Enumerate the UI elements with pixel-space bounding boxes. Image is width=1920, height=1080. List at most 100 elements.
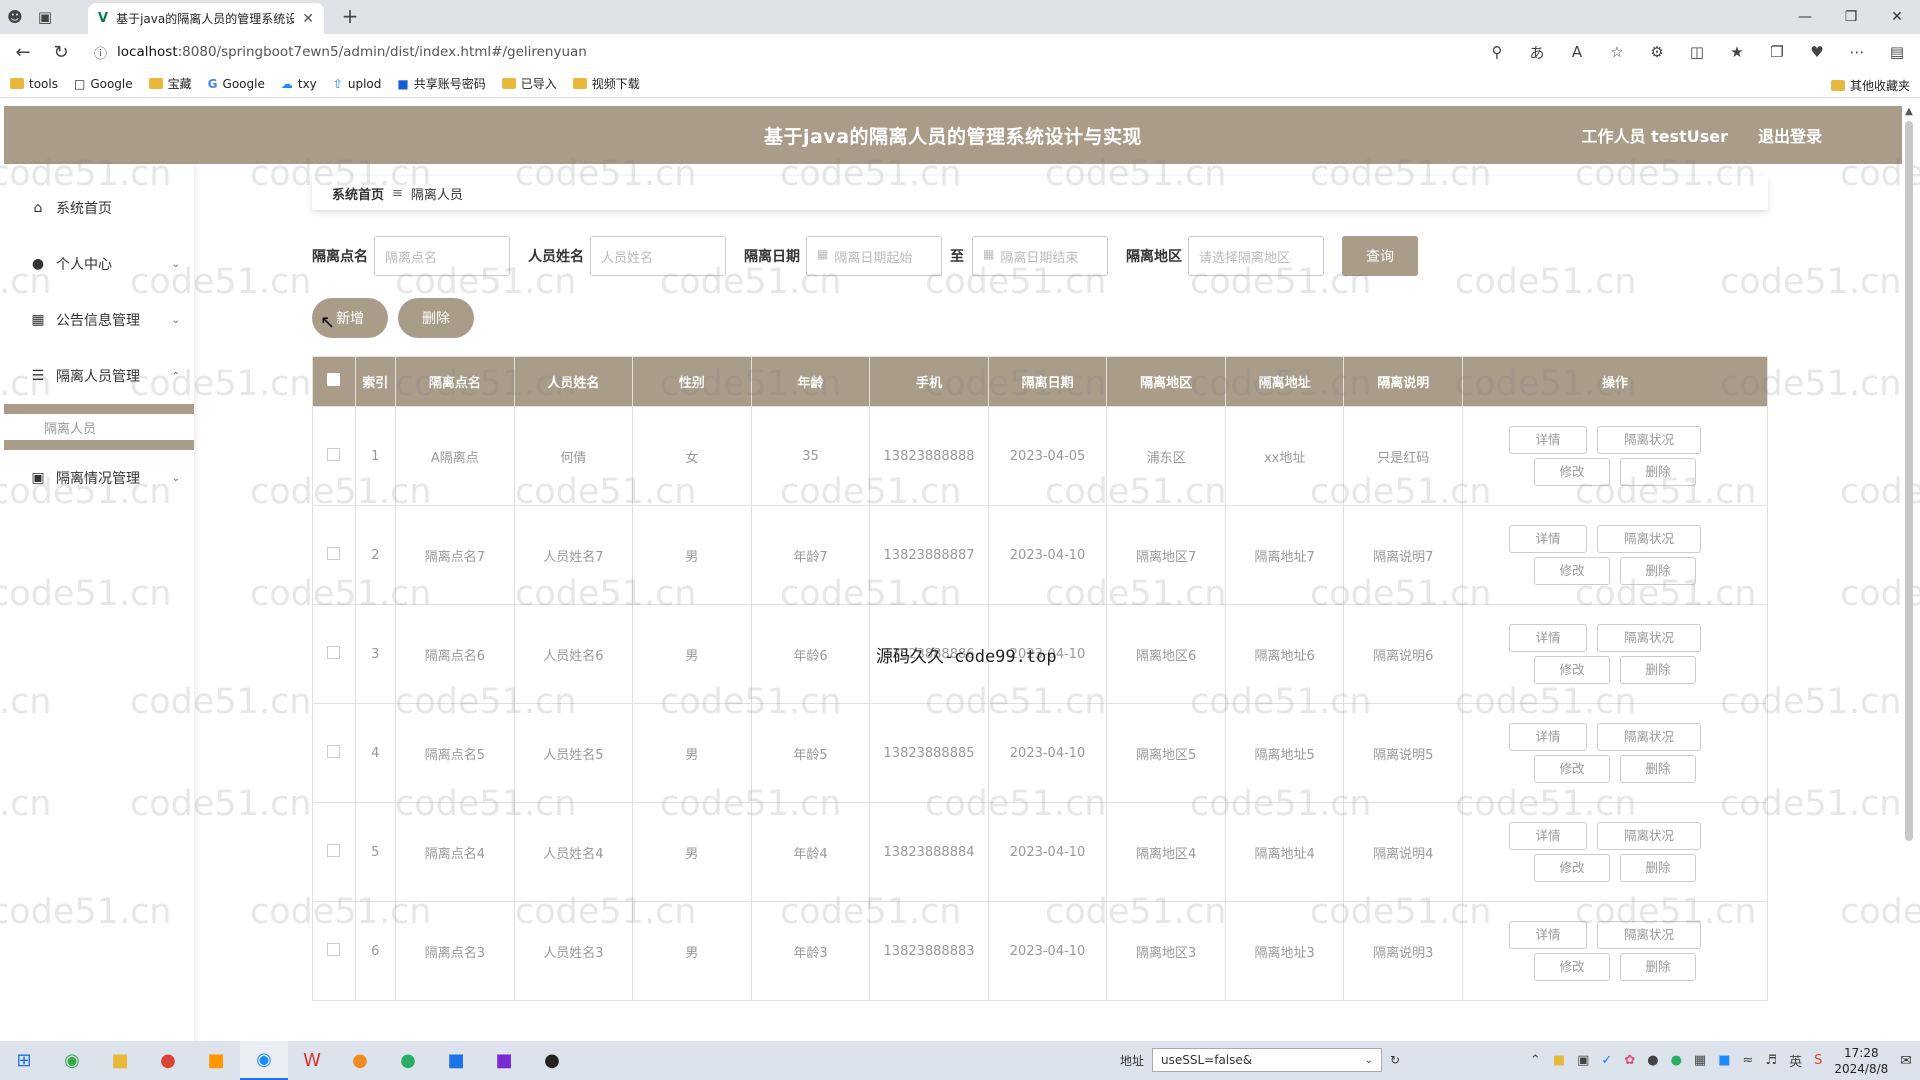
taskbar-file-explorer-icon[interactable]: ■ <box>96 1041 144 1080</box>
isolation-status-button[interactable]: 隔离状况 <box>1597 426 1701 454</box>
close-icon[interactable]: ✕ <box>302 11 314 27</box>
sidebar-item-notice[interactable]: ▦ 公告信息管理 ⌄ <box>4 292 194 348</box>
new-tab-icon[interactable]: + <box>336 4 364 28</box>
bookmark-google[interactable]: □Google <box>74 77 133 91</box>
row-checkbox[interactable] <box>327 745 340 758</box>
edit-button[interactable]: 修改 <box>1534 854 1610 882</box>
collections-icon[interactable]: ❐ <box>1762 43 1792 61</box>
extensions-icon[interactable]: ⚙ <box>1642 43 1672 61</box>
refresh-icon[interactable]: ↻ <box>46 37 76 67</box>
browser-essentials-icon[interactable]: ♥ <box>1802 43 1832 61</box>
logout-link[interactable]: 退出登录 <box>1758 123 1822 147</box>
restore-icon[interactable]: ❐ <box>1828 0 1874 34</box>
delete-button[interactable]: 删除 <box>1620 656 1696 684</box>
page-scrollbar[interactable]: ▲ <box>1904 106 1914 1036</box>
edit-button[interactable]: 修改 <box>1534 557 1610 585</box>
edit-button[interactable]: 修改 <box>1534 458 1610 486</box>
row-checkbox[interactable] <box>327 547 340 560</box>
volume-icon[interactable]: ♬ <box>1765 1053 1777 1068</box>
delete-button[interactable]: 删除 <box>1620 854 1696 882</box>
taskbar-intellij-icon[interactable]: ■ <box>480 1041 528 1080</box>
detail-button[interactable]: 详情 <box>1509 525 1587 553</box>
select-all-checkbox[interactable] <box>327 373 340 386</box>
bookmark-shared-accounts[interactable]: ■共享账号密码 <box>397 75 485 92</box>
date-end-input[interactable]: ▦隔离日期结束 <box>972 236 1108 276</box>
bookmark-txy[interactable]: ☁txy <box>281 77 317 91</box>
bookmark-treasure[interactable]: 宝藏 <box>149 75 192 92</box>
notification-icon[interactable]: ✉ <box>1900 1053 1912 1069</box>
taskbar-blue-app-icon[interactable]: ■ <box>432 1041 480 1080</box>
tray-people-icon[interactable]: ● <box>1647 1053 1658 1068</box>
batch-delete-button[interactable]: 删除 <box>398 298 474 338</box>
date-start-input[interactable]: ▦隔离日期起始 <box>806 236 942 276</box>
taskbar-orange-app-icon[interactable]: ● <box>336 1041 384 1080</box>
bookmark-uplod[interactable]: ⇧uplod <box>333 77 382 91</box>
isolation-status-button[interactable]: 隔离状况 <box>1597 723 1701 751</box>
browser-tab-active[interactable]: V 基于java的隔离人员的管理系统设 ✕ <box>88 3 324 34</box>
detail-button[interactable]: 详情 <box>1509 921 1587 949</box>
tray-expand-icon[interactable]: ⌃ <box>1530 1053 1541 1068</box>
delete-button[interactable]: 删除 <box>1620 458 1696 486</box>
sidebar-subitem-isolated-people[interactable]: 隔离人员 <box>4 414 194 440</box>
ime-indicator[interactable]: 英 <box>1789 1051 1802 1070</box>
wifi-icon[interactable]: ≈ <box>1743 1053 1754 1068</box>
split-screen-icon[interactable]: ◫ <box>1682 43 1712 61</box>
taskbar-address-input[interactable]: useSSL=false& ⌄ <box>1152 1048 1382 1072</box>
taskbar-edge-icon[interactable]: ◉ <box>240 1041 288 1080</box>
delete-button[interactable]: 删除 <box>1620 953 1696 981</box>
delete-button[interactable]: 删除 <box>1620 557 1696 585</box>
taskbar-qq-icon[interactable]: ● <box>528 1041 576 1080</box>
taskbar-wps-icon[interactable]: W <box>288 1041 336 1080</box>
sidebar-item-isolated-people[interactable]: ☰ 隔离人员管理 ⌃ <box>4 348 194 404</box>
point-input[interactable]: 隔离点名 <box>374 236 510 276</box>
tray-sogou-icon[interactable]: S <box>1814 1053 1822 1068</box>
tray-blue-app-icon[interactable]: ■ <box>1718 1053 1730 1068</box>
scroll-thumb[interactable] <box>1905 121 1913 841</box>
detail-button[interactable]: 详情 <box>1509 723 1587 751</box>
edit-button[interactable]: 修改 <box>1534 953 1610 981</box>
chevron-down-icon[interactable]: ⌄ <box>1365 1055 1373 1066</box>
bookmark-video-download[interactable]: 视频下载 <box>573 75 640 92</box>
taskbar-sublime-icon[interactable]: ■ <box>192 1041 240 1080</box>
url-input[interactable]: ⓘ localhost:8080/springboot7ewn5/admin/d… <box>84 38 1474 66</box>
row-checkbox[interactable] <box>327 943 340 956</box>
key-icon[interactable]: ⚲ <box>1482 43 1512 61</box>
tray-check-icon[interactable]: ✓ <box>1601 1053 1612 1068</box>
favorite-star-icon[interactable]: ☆ <box>1602 43 1632 61</box>
window-close-icon[interactable]: ✕ <box>1874 0 1920 34</box>
tab-actions-icon[interactable]: ▣ <box>30 2 60 32</box>
tray-wechat-icon[interactable]: ● <box>1671 1053 1682 1068</box>
isolation-status-button[interactable]: 隔离状况 <box>1597 624 1701 652</box>
sidebar-toggle-icon[interactable]: ▤ <box>1882 43 1912 61</box>
tray-app-icon[interactable]: ■ <box>1553 1053 1565 1068</box>
start-windows-icon[interactable]: ⊞ <box>0 1050 48 1071</box>
more-icon[interactable]: ⋯ <box>1842 43 1872 61</box>
row-checkbox[interactable] <box>327 448 340 461</box>
system-clock[interactable]: 17:28 2024/8/8 <box>1834 1045 1888 1077</box>
bookmark-google-2[interactable]: GGoogle <box>208 77 265 91</box>
area-select[interactable]: 请选择隔离地区 <box>1188 236 1324 276</box>
go-icon[interactable]: ↻ <box>1390 1053 1400 1067</box>
bookmark-tools[interactable]: tools <box>10 77 58 91</box>
detail-button[interactable]: 详情 <box>1509 624 1587 652</box>
profile-icon[interactable]: ☻ <box>0 2 30 32</box>
detail-button[interactable]: 详情 <box>1509 822 1587 850</box>
isolation-status-button[interactable]: 隔离状况 <box>1597 822 1701 850</box>
bookmark-imported[interactable]: 已导入 <box>502 75 557 92</box>
name-input[interactable]: 人员姓名 <box>590 236 726 276</box>
minimize-icon[interactable]: — <box>1782 0 1828 34</box>
sidebar-item-home[interactable]: ⌂ 系统首页 <box>4 180 194 236</box>
back-icon[interactable]: ← <box>8 37 38 67</box>
sidebar-item-personal-center[interactable]: ● 个人中心 ⌄ <box>4 236 194 292</box>
translate-icon[interactable]: あ <box>1522 42 1552 63</box>
tray-screenshot-icon[interactable]: ▣ <box>1577 1053 1589 1068</box>
detail-button[interactable]: 详情 <box>1509 426 1587 454</box>
tray-pinwheel-icon[interactable]: ✿ <box>1624 1053 1635 1068</box>
sidebar-item-isolation-status[interactable]: ▣ 隔离情况管理 ⌄ <box>4 450 194 506</box>
tray-keyboard-icon[interactable]: ▦ <box>1694 1053 1706 1068</box>
isolation-status-button[interactable]: 隔离状况 <box>1597 525 1701 553</box>
taskbar-chrome-icon[interactable]: ● <box>144 1041 192 1080</box>
taskbar-app-green-icon[interactable]: ◉ <box>48 1041 96 1080</box>
favorites-icon[interactable]: ★ <box>1722 43 1752 61</box>
delete-button[interactable]: 删除 <box>1620 755 1696 783</box>
